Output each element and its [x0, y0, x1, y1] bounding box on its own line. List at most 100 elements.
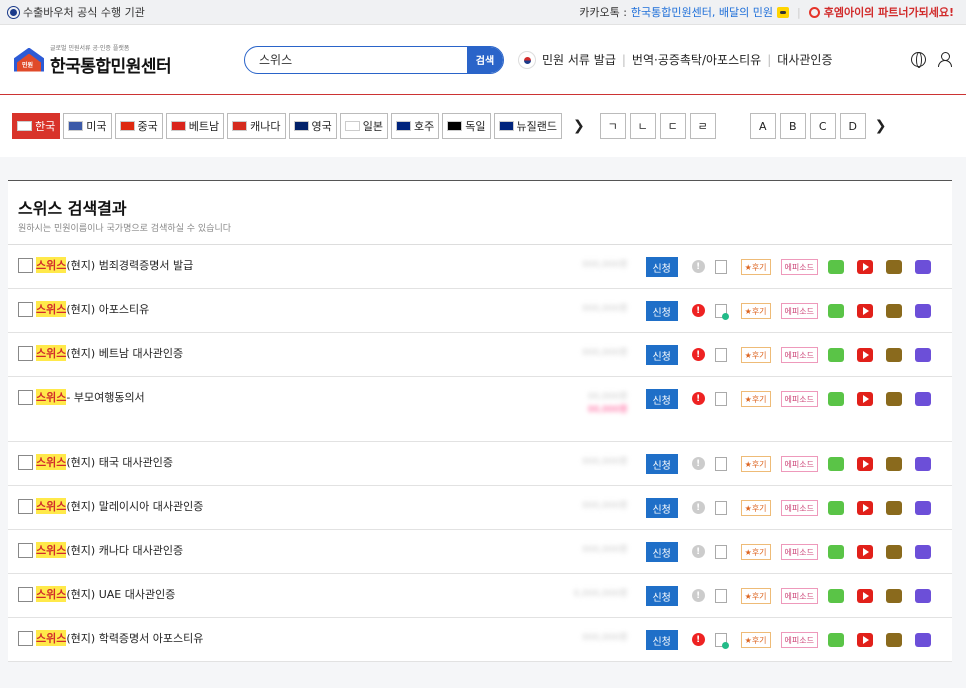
episode-button[interactable]: 에피소드	[780, 588, 818, 604]
row-title[interactable]: (현지) 캐나다 대사관인증	[66, 542, 183, 558]
episode-button[interactable]: 에피소드	[780, 259, 818, 275]
row-title[interactable]: (현지) 아포스티유	[66, 301, 149, 317]
news-icon[interactable]	[886, 545, 902, 559]
review-button[interactable]: ★후기	[740, 259, 771, 275]
youtube-icon[interactable]	[857, 633, 873, 647]
row-checkbox[interactable]	[18, 587, 33, 602]
letter-tab[interactable]: ㄷ	[659, 113, 686, 139]
country-tab[interactable]: 일본	[339, 113, 388, 139]
row-checkbox[interactable]	[18, 390, 33, 405]
youtube-icon[interactable]	[857, 545, 873, 559]
apply-button[interactable]: 신청	[645, 542, 678, 562]
document-search-icon[interactable]	[714, 304, 729, 320]
search-input[interactable]	[245, 52, 467, 67]
episode-button[interactable]: 에피소드	[780, 544, 818, 560]
blog-icon[interactable]	[828, 260, 844, 274]
country-tab[interactable]: 베트남	[165, 113, 225, 139]
country-tab[interactable]: 캐나다	[227, 113, 286, 139]
news-icon[interactable]	[886, 589, 902, 603]
link-icon[interactable]	[915, 260, 931, 274]
country-tab[interactable]: 미국	[63, 113, 112, 139]
episode-button[interactable]: 에피소드	[780, 632, 818, 648]
review-button[interactable]: ★후기	[740, 632, 771, 648]
blog-icon[interactable]	[828, 392, 844, 406]
youtube-icon[interactable]	[857, 501, 873, 515]
alert-icon[interactable]: !	[691, 457, 705, 470]
alert-icon[interactable]: !	[691, 260, 705, 273]
apply-button[interactable]: 신청	[645, 345, 678, 365]
blog-icon[interactable]	[828, 633, 844, 647]
news-icon[interactable]	[886, 348, 902, 362]
review-button[interactable]: ★후기	[740, 456, 771, 472]
apply-button[interactable]: 신청	[645, 498, 678, 518]
apply-button[interactable]: 신청	[645, 301, 678, 321]
alert-icon[interactable]: !	[691, 633, 705, 646]
blog-icon[interactable]	[828, 304, 844, 318]
row-checkbox[interactable]	[18, 499, 33, 514]
apply-button[interactable]: 신청	[645, 257, 678, 277]
news-icon[interactable]	[886, 457, 902, 471]
alert-icon[interactable]: !	[691, 589, 705, 602]
country-tab[interactable]: 독일	[442, 113, 491, 139]
blog-icon[interactable]	[828, 589, 844, 603]
link-icon[interactable]	[915, 589, 931, 603]
row-keyword[interactable]: 스위스	[36, 389, 67, 405]
document-search-icon[interactable]	[714, 501, 727, 515]
letter-tab[interactable]: A	[749, 113, 776, 139]
alert-icon[interactable]: !	[691, 348, 705, 361]
country-next-arrow[interactable]: ❯	[573, 118, 585, 134]
row-checkbox[interactable]	[18, 302, 33, 317]
youtube-icon[interactable]	[857, 589, 873, 603]
nav-doc-issue[interactable]: 민원 서류 발급	[542, 51, 616, 68]
apply-button[interactable]: 신청	[645, 586, 678, 606]
review-button[interactable]: ★후기	[740, 391, 771, 407]
row-keyword[interactable]: 스위스	[36, 586, 67, 602]
alert-icon[interactable]: !	[691, 392, 705, 405]
row-checkbox[interactable]	[18, 258, 33, 273]
row-title[interactable]: (현지) 베트남 대사관인증	[66, 345, 183, 361]
nav-translation[interactable]: 번역·공증촉탁/아포스티유	[632, 51, 761, 68]
news-icon[interactable]	[886, 633, 902, 647]
youtube-icon[interactable]	[857, 260, 873, 274]
blog-icon[interactable]	[828, 545, 844, 559]
row-checkbox[interactable]	[18, 543, 33, 558]
episode-button[interactable]: 에피소드	[780, 500, 818, 516]
review-button[interactable]: ★후기	[740, 347, 771, 363]
letter-tab[interactable]: ㄱ	[599, 113, 626, 139]
episode-button[interactable]: 에피소드	[780, 303, 818, 319]
youtube-icon[interactable]	[857, 304, 873, 318]
link-icon[interactable]	[915, 457, 931, 471]
kakao-link[interactable]: 한국통합민원센터, 배달의 민원	[631, 4, 773, 20]
link-icon[interactable]	[915, 304, 931, 318]
review-button[interactable]: ★후기	[740, 544, 771, 560]
apply-button[interactable]: 신청	[645, 630, 678, 650]
alert-icon[interactable]: !	[691, 501, 705, 514]
episode-button[interactable]: 에피소드	[780, 456, 818, 472]
alert-icon[interactable]: !	[691, 304, 705, 317]
country-tab[interactable]: 한국	[12, 113, 61, 139]
link-icon[interactable]	[915, 392, 931, 406]
row-keyword[interactable]: 스위스	[36, 630, 67, 646]
news-icon[interactable]	[886, 304, 902, 318]
youtube-icon[interactable]	[857, 348, 873, 362]
letter-next-arrow[interactable]: ❯	[875, 118, 887, 134]
row-title[interactable]: (현지) 범죄경력증명서 발급	[66, 257, 193, 273]
country-tab[interactable]: 영국	[288, 113, 337, 139]
blog-icon[interactable]	[828, 457, 844, 471]
search-button[interactable]: 검색	[467, 46, 503, 73]
row-keyword[interactable]: 스위스	[36, 301, 67, 317]
row-title[interactable]: (현지) 태국 대사관인증	[66, 454, 173, 470]
row-checkbox[interactable]	[18, 346, 33, 361]
blog-icon[interactable]	[828, 348, 844, 362]
news-icon[interactable]	[886, 501, 902, 515]
link-icon[interactable]	[915, 501, 931, 515]
alert-icon[interactable]: !	[691, 545, 705, 558]
letter-tab[interactable]: C	[809, 113, 836, 139]
document-search-icon[interactable]	[714, 589, 727, 603]
row-title[interactable]: (현지) 말레이시아 대사관인증	[66, 498, 203, 514]
news-icon[interactable]	[886, 392, 902, 406]
document-search-icon[interactable]	[714, 348, 727, 362]
letter-tab[interactable]: ㄴ	[629, 113, 656, 139]
row-keyword[interactable]: 스위스	[36, 498, 67, 514]
row-checkbox[interactable]	[18, 455, 33, 470]
